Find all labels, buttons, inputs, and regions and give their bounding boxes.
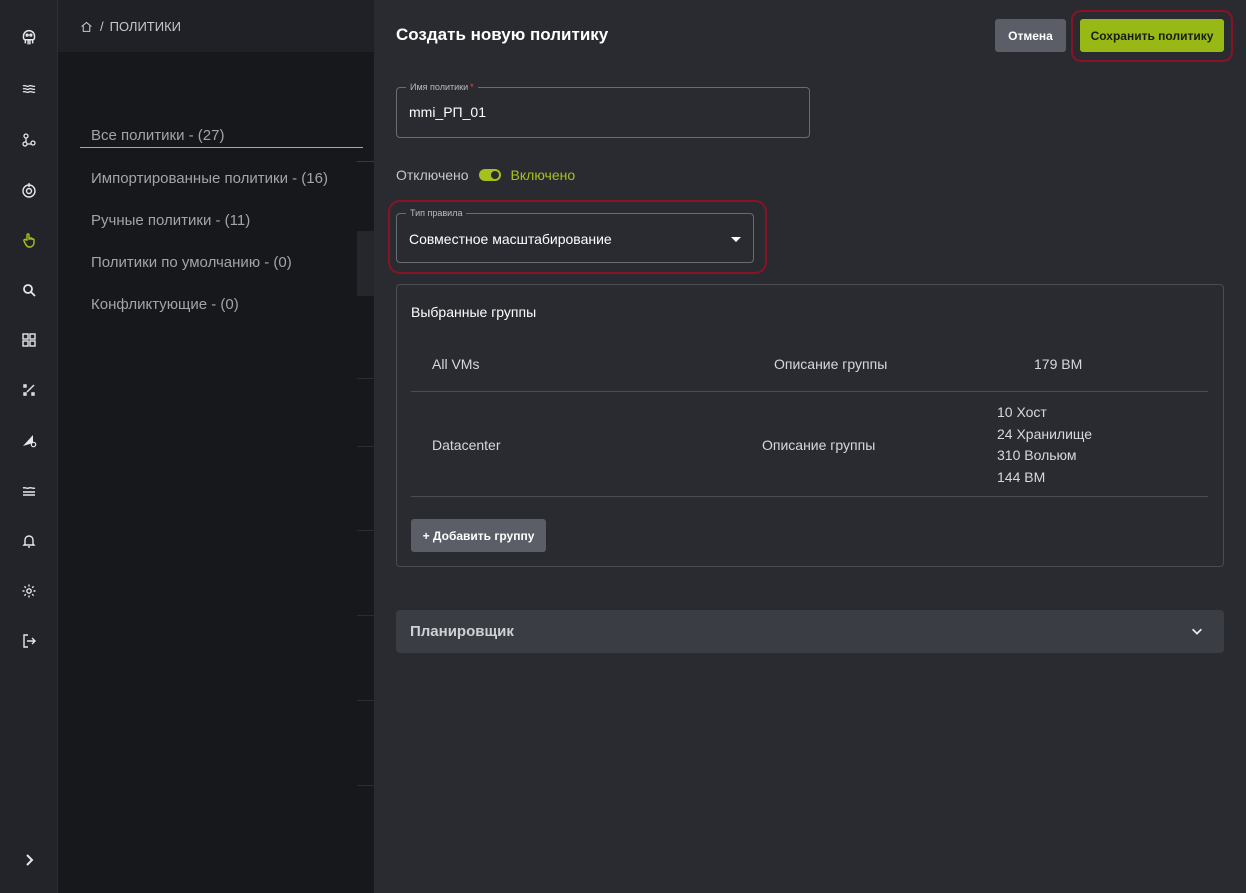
enable-switch[interactable]	[478, 169, 501, 181]
drawer-title: Создать новую политику	[396, 25, 609, 44]
filter-manual-policies[interactable]: Ручные политики - (11)	[91, 212, 250, 229]
background-table-edge	[357, 0, 374, 893]
filter-conflicting-policies[interactable]: Конфликтующие - (0)	[91, 296, 239, 313]
rule-type-select[interactable]: Тип правила Совместное масштабирование	[396, 208, 754, 263]
group-description: Описание группы	[774, 356, 888, 372]
layers-icon[interactable]	[0, 74, 58, 104]
group-name: All VMs	[432, 356, 480, 372]
logo-octopus-icon[interactable]	[0, 22, 58, 52]
policy-name-label: Имя политики *	[406, 82, 478, 93]
policy-name-input[interactable]	[409, 104, 789, 120]
filter-imported-policies[interactable]: Импортированные политики - (16)	[91, 170, 328, 187]
group-stat: 144 ВМ	[997, 468, 1046, 485]
add-group-button[interactable]: + Добавить группу	[411, 519, 546, 552]
create-policy-drawer: Создать новую политику Отмена Сохранить …	[374, 0, 1246, 893]
group-divider	[411, 391, 1208, 392]
group-stat: 10 Хост	[997, 404, 1047, 420]
policies-page-background: Все политики - (27) Импортированные поли…	[58, 52, 374, 893]
save-policy-button[interactable]: Сохранить политику	[1080, 19, 1224, 52]
rule-type-value: Совместное масштабирование	[409, 231, 612, 247]
selected-groups-title: Выбранные группы	[411, 304, 537, 320]
nav-rail	[0, 0, 58, 893]
caret-down-icon	[731, 237, 741, 242]
breadcrumb-separator: /	[100, 18, 104, 34]
filter-active-underline	[80, 147, 363, 148]
radar-icon[interactable]	[0, 175, 58, 205]
filter-all-policies[interactable]: Все политики - (27)	[91, 127, 224, 144]
home-icon[interactable]	[80, 20, 93, 33]
group-description: Описание группы	[762, 437, 876, 453]
breadcrumb: / ПОЛИТИКИ	[58, 0, 374, 52]
filter-default-policies[interactable]: Политики по умолчанию - (0)	[91, 254, 292, 271]
sparkle-grid-icon[interactable]	[0, 375, 58, 405]
expand-chevron-icon[interactable]	[0, 845, 58, 875]
breadcrumb-current: ПОЛИТИКИ	[109, 18, 182, 34]
group-stat: 310 Вольюм	[997, 447, 1077, 463]
scheduler-label: Планировщик	[410, 623, 514, 640]
gear-icon[interactable]	[0, 576, 58, 606]
group-name: Datacenter	[432, 437, 501, 453]
nodes-icon[interactable]	[0, 125, 58, 155]
wrench-triangle-icon[interactable]	[0, 425, 58, 455]
scheduler-accordion[interactable]: Планировщик	[396, 610, 1224, 653]
enable-toggle-row: Отключено Включено	[396, 166, 575, 184]
toggle-on-label: Включено	[510, 167, 576, 183]
rule-type-label: Тип правила	[406, 208, 467, 219]
stack-lines-icon[interactable]	[0, 476, 58, 506]
policy-name-field: Имя политики *	[396, 82, 810, 138]
chevron-down-icon	[1192, 628, 1202, 635]
search-icon[interactable]	[0, 275, 58, 305]
logout-icon[interactable]	[0, 626, 58, 656]
cancel-button[interactable]: Отмена	[995, 19, 1066, 52]
hand-pointer-icon[interactable]	[0, 225, 58, 255]
group-divider	[411, 496, 1208, 497]
grid-icon[interactable]	[0, 325, 58, 355]
group-stat: 24 Хранилище	[997, 425, 1093, 442]
group-stat: 179 ВМ	[1034, 356, 1083, 372]
bell-icon[interactable]	[0, 526, 58, 556]
toggle-off-label: Отключено	[396, 167, 469, 183]
selected-groups-panel: Выбранные группы All VMs Описание группы…	[396, 284, 1224, 567]
group-stats: 10 Хост 24 Хранилище 310 Вольюм 144 ВМ	[997, 402, 1092, 488]
